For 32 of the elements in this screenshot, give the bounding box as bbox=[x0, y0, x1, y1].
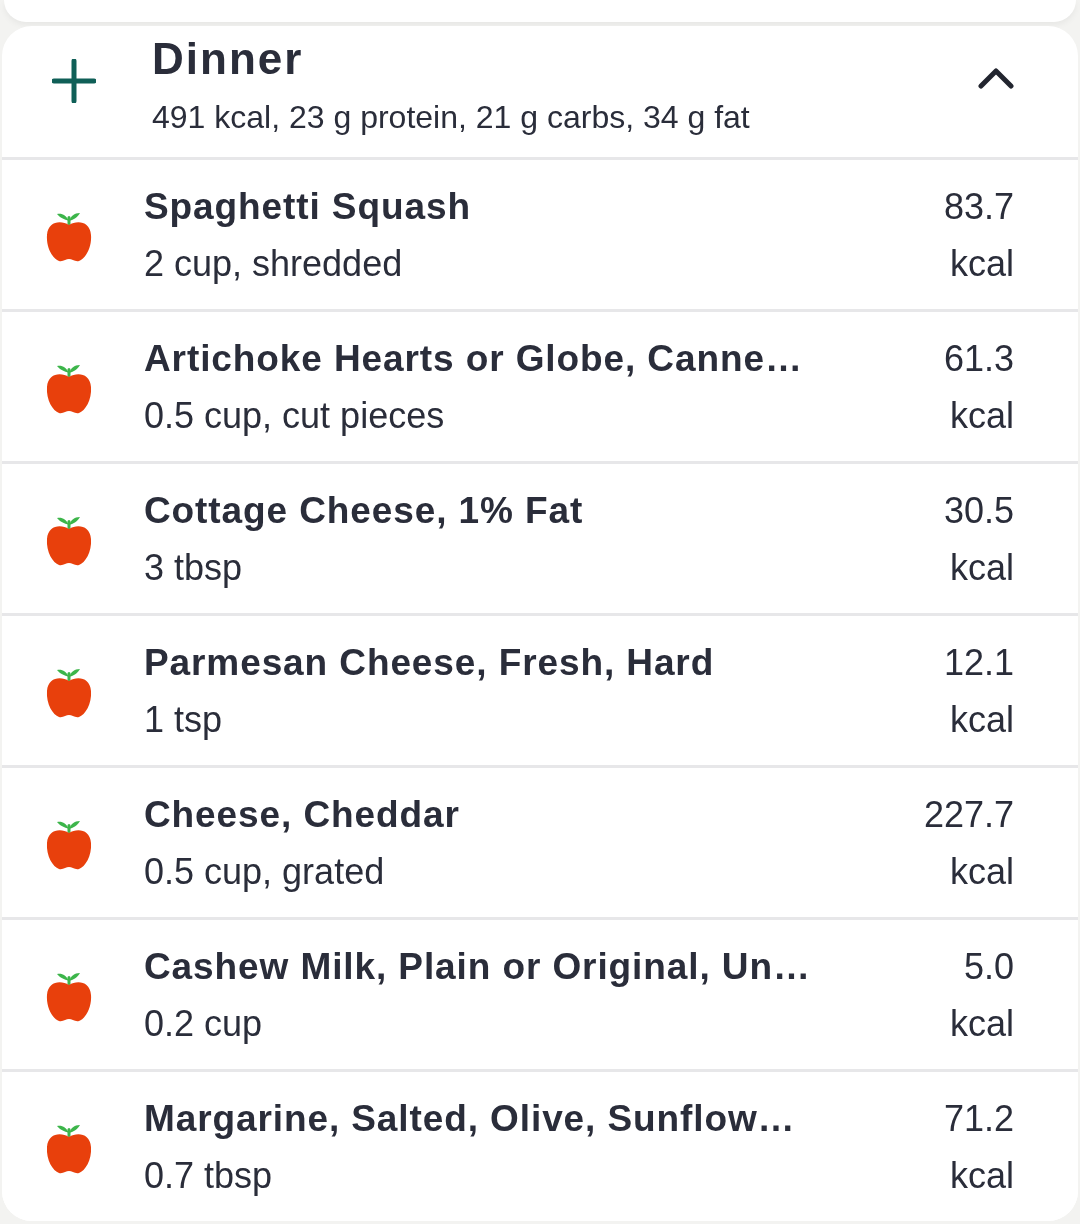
calorie-unit: kcal bbox=[949, 545, 1014, 590]
food-name: Cottage Cheese, 1% Fat bbox=[144, 488, 584, 533]
food-name: Parmesan Cheese, Fresh, Hard bbox=[144, 640, 715, 685]
food-name: Artichoke Hearts or Globe, Canne… bbox=[144, 336, 803, 381]
food-portion: 0.2 cup bbox=[144, 1001, 263, 1046]
calorie-value: 30.5 bbox=[943, 488, 1014, 533]
calorie-unit: kcal bbox=[949, 1001, 1014, 1046]
food-list-item[interactable]: Margarine, Salted, Olive, Sunflow… 0.7 tbsp 71.2 kcal bbox=[2, 1069, 1078, 1221]
calorie-unit: kcal bbox=[949, 1153, 1014, 1198]
plus-icon bbox=[52, 58, 96, 103]
calorie-unit: kcal bbox=[949, 697, 1014, 742]
food-name: Spaghetti Squash bbox=[144, 184, 471, 229]
food-name: Cashew Milk, Plain or Original, Un… bbox=[144, 944, 811, 989]
food-portion: 0.7 tbsp bbox=[144, 1153, 273, 1198]
calorie-value: 71.2 bbox=[943, 1096, 1014, 1141]
meal-title: Dinner bbox=[152, 32, 304, 85]
food-portion: 0.5 cup, grated bbox=[144, 849, 385, 894]
calorie-unit: kcal bbox=[949, 241, 1014, 286]
meal-summary: 491 kcal, 23 g protein, 21 g carbs, 34 g fat bbox=[152, 97, 750, 137]
food-name: Cheese, Cheddar bbox=[144, 792, 460, 837]
food-name: Margarine, Salted, Olive, Sunflow… bbox=[144, 1096, 796, 1141]
calorie-value: 227.7 bbox=[923, 792, 1014, 837]
calorie-unit: kcal bbox=[949, 393, 1014, 438]
calorie-value: 61.3 bbox=[943, 336, 1014, 381]
calorie-value: 83.7 bbox=[943, 184, 1014, 229]
calorie-value: 5.0 bbox=[963, 944, 1014, 989]
calorie-value: 12.1 bbox=[943, 640, 1014, 685]
calorie-unit: kcal bbox=[949, 849, 1014, 894]
food-portion: 1 tsp bbox=[144, 697, 223, 742]
food-portion: 2 cup, shredded bbox=[144, 241, 403, 286]
food-portion: 0.5 cup, cut pieces bbox=[144, 393, 445, 438]
food-portion: 3 tbsp bbox=[144, 545, 243, 590]
